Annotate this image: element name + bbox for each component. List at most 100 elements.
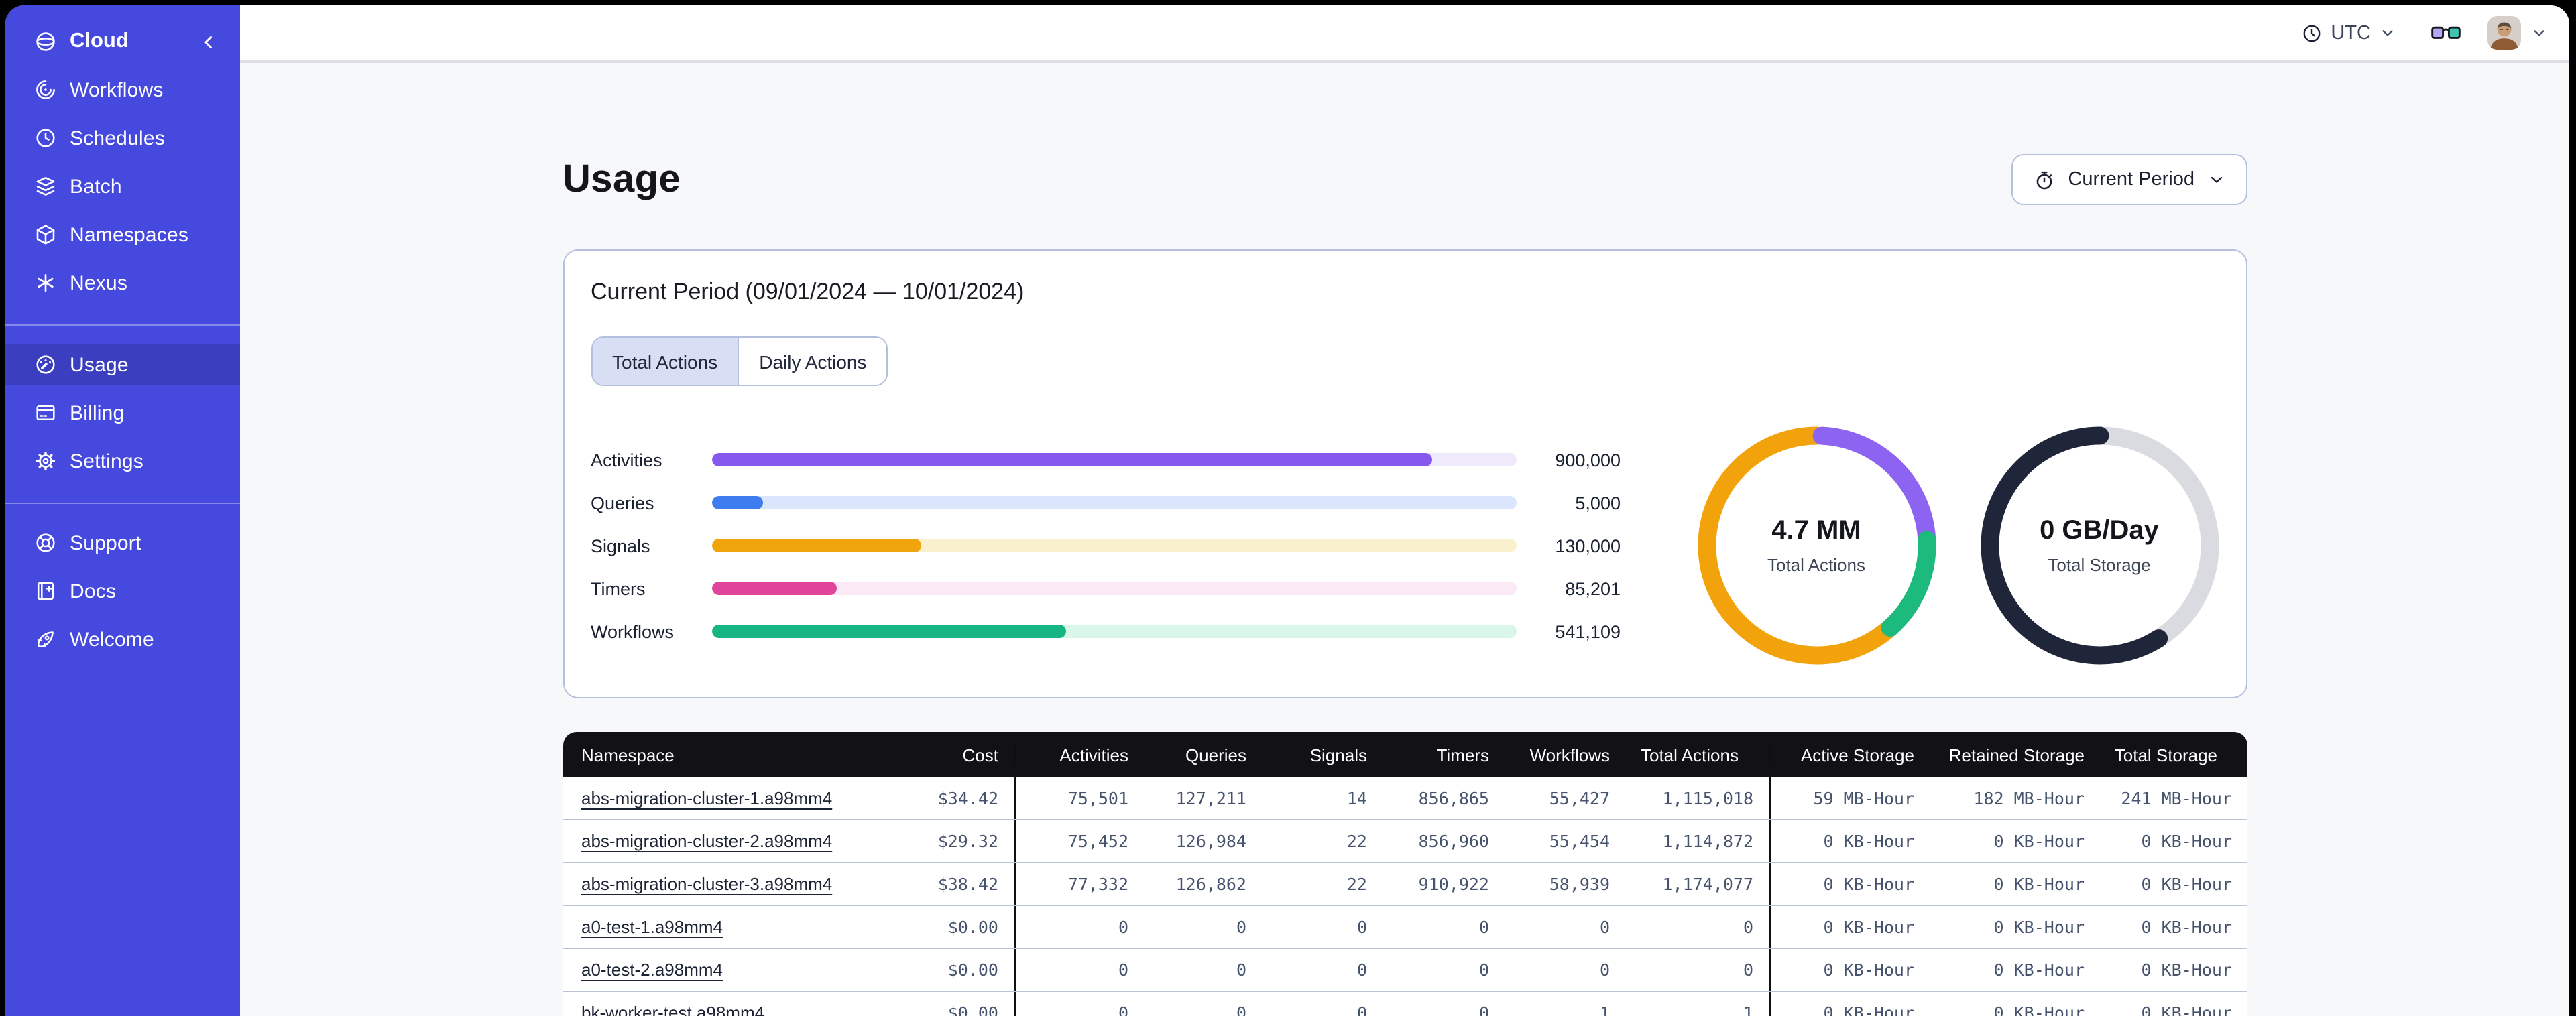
settings-icon	[34, 449, 58, 473]
cell-cost: $34.42	[898, 777, 1016, 819]
table-row: a0-test-2.a98mm4 $0.00 0 0 0 0 0 0 0 KB-Hour 0 KB…	[563, 949, 2247, 992]
cell-namespace: abs-migration-cluster-3.a98mm4	[563, 863, 898, 905]
cell-signals: 0	[1356, 917, 1367, 937]
period-selector-button[interactable]: Current Period	[2011, 154, 2247, 205]
sidebar-item-welcome[interactable]: Welcome	[5, 619, 240, 659]
actions-tab-group: Total Actions Daily Actions	[591, 336, 888, 386]
sidebar-item-label: Support	[70, 531, 141, 554]
docs-icon	[34, 579, 58, 603]
cell-retained_storage: 0 KB-Hour	[1993, 1003, 2085, 1016]
cell-cost: $0.00	[898, 992, 1016, 1016]
welcome-rocket-icon	[34, 627, 58, 651]
sidebar-item-batch[interactable]: Batch	[5, 166, 240, 206]
stopwatch-icon	[2037, 170, 2052, 189]
page-title: Usage	[563, 157, 681, 200]
cloud-logo-icon	[34, 29, 58, 54]
cell-total_storage: 0 KB-Hour	[2141, 960, 2232, 980]
namespace-link[interactable]: abs-migration-cluster-3.a98mm4	[581, 874, 832, 894]
workflows-icon	[34, 78, 58, 102]
column-header-namespace: Namespace	[581, 745, 675, 765]
chevron-down-icon	[2534, 30, 2544, 36]
table-body: abs-migration-cluster-1.a98mm4 $34.42 75,5…	[563, 777, 2247, 1016]
bar-track	[711, 453, 1516, 466]
table-row: abs-migration-cluster-1.a98mm4 $34.42 75,5…	[563, 777, 2247, 820]
actions-bar-chart: Activities 900,000 Queries 5,000 Signals	[591, 438, 1621, 653]
usage-bar-row: Workflows 541,109	[591, 610, 1621, 653]
avatar	[2487, 16, 2521, 50]
cell-workflows: 0	[1599, 960, 1610, 980]
column-header-cost: Cost	[898, 745, 1016, 765]
column-header-workflows: Workflows	[1529, 745, 1610, 765]
cell-activities: 0	[1118, 917, 1128, 937]
bar-value: 900,000	[1555, 450, 1621, 470]
bar-label: Signals	[591, 535, 650, 556]
namespace-link[interactable]: abs-migration-cluster-1.a98mm4	[581, 788, 832, 808]
cell-signals: 22	[1346, 831, 1367, 851]
sidebar-collapse-button[interactable]	[194, 28, 221, 55]
cell-total_storage: 0 KB-Hour	[2141, 917, 2232, 937]
app-window: Cloud Workflows Schedules Batch Namespac…	[5, 5, 2569, 1016]
sidebar-divider	[5, 503, 240, 504]
cell-signals: 0	[1356, 1003, 1367, 1016]
schedules-icon	[34, 126, 58, 150]
cell-queries: 126,862	[1175, 874, 1246, 894]
support-icon	[34, 531, 58, 555]
usage-bar-row: Timers 85,201	[591, 567, 1621, 610]
bar-fill	[711, 625, 1065, 638]
sidebar-item-workflows[interactable]: Workflows	[5, 70, 240, 110]
account-menu[interactable]	[2487, 16, 2548, 50]
sidebar-item-nexus[interactable]: Nexus	[5, 263, 240, 303]
sidebar-item-usage[interactable]: Usage	[5, 344, 240, 385]
sidebar-item-billing[interactable]: Billing	[5, 393, 240, 433]
sidebar-item-label: Billing	[70, 401, 125, 424]
bar-label: Timers	[591, 578, 646, 598]
cell-timers: 856,960	[1418, 831, 1489, 851]
main-area: UTC Usage Current Period Current Period …	[240, 5, 2569, 1016]
column-header-queries: Queries	[1185, 745, 1246, 765]
timezone-selector[interactable]: UTC	[2301, 22, 2396, 44]
cell-total_storage: 0 KB-Hour	[2141, 874, 2232, 894]
cell-timers: 910,922	[1418, 874, 1489, 894]
cell-workflows: 58,939	[1549, 874, 1610, 894]
bar-value: 85,201	[1565, 578, 1621, 598]
sidebar-brand: Cloud	[5, 21, 240, 62]
topbar: UTC	[240, 5, 2569, 63]
usage-icon	[34, 353, 58, 377]
column-header-total_storage: Total Storage	[2114, 745, 2217, 765]
namespace-link[interactable]: abs-migration-cluster-2.a98mm4	[581, 831, 832, 851]
bar-label: Workflows	[591, 621, 675, 641]
cell-active_storage: 0 KB-Hour	[1823, 831, 1914, 851]
namespace-link[interactable]: a0-test-1.a98mm4	[581, 917, 723, 937]
column-header-timers: Timers	[1436, 745, 1490, 765]
column-header-total_actions: Total Actions	[1625, 745, 1771, 765]
chevron-down-icon	[2382, 30, 2393, 36]
sidebar-item-schedules[interactable]: Schedules	[5, 118, 240, 158]
tab-total-actions[interactable]: Total Actions	[592, 338, 738, 385]
column-header-active_storage: Active Storage	[1800, 745, 1914, 765]
usage-bar-row: Signals 130,000	[591, 524, 1621, 567]
cell-cost: $29.32	[898, 820, 1016, 862]
stage: Cloud Workflows Schedules Batch Namespac…	[0, 0, 2576, 1016]
namespace-link[interactable]: a0-test-2.a98mm4	[581, 960, 723, 980]
bar-track	[711, 582, 1516, 595]
tab-daily-actions[interactable]: Daily Actions	[738, 338, 887, 385]
usage-bar-row: Queries 5,000	[591, 481, 1621, 524]
feedback-button[interactable]	[2431, 24, 2461, 42]
sidebar-item-settings[interactable]: Settings	[5, 441, 240, 481]
usage-bar-row: Activities 900,000	[591, 438, 1621, 481]
cell-queries: 0	[1236, 1003, 1246, 1016]
sidebar-item-label: Nexus	[70, 271, 128, 294]
cell-total_actions: 0	[1625, 949, 1771, 991]
usage-card: Current Period (09/01/2024 — 10/01/2024)…	[563, 249, 2247, 698]
namespace-link[interactable]: bk-worker-test.a98mm4	[581, 1003, 764, 1016]
cell-timers: 0	[1478, 917, 1489, 937]
sidebar-item-namespaces[interactable]: Namespaces	[5, 214, 240, 255]
bar-fill	[711, 582, 836, 595]
cell-signals: 22	[1346, 874, 1367, 894]
bar-fill	[711, 453, 1431, 466]
sidebar-item-docs[interactable]: Docs	[5, 571, 240, 611]
bar-track	[711, 625, 1516, 638]
sidebar-item-support[interactable]: Support	[5, 523, 240, 563]
bar-fill	[711, 496, 763, 509]
period-button-label: Current Period	[2068, 169, 2194, 190]
